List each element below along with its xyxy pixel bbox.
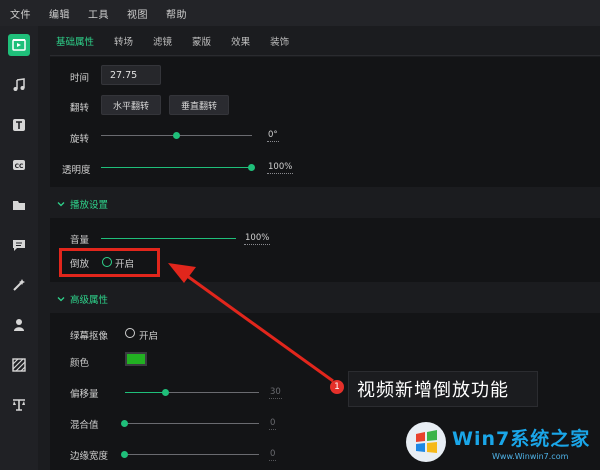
volume-slider-fill (101, 238, 236, 239)
tab-effect[interactable]: 效果 (225, 34, 250, 48)
music-icon[interactable] (8, 74, 30, 96)
opacity-slider-knob[interactable] (248, 164, 255, 171)
tab-filter[interactable]: 滤镜 (147, 34, 172, 48)
time-input[interactable]: 27.75 (101, 65, 161, 85)
media-icon[interactable] (8, 34, 30, 56)
comment-icon[interactable] (8, 234, 30, 256)
folder-icon[interactable] (8, 194, 30, 216)
menu-file[interactable]: 文件 (10, 6, 31, 21)
tab-basic[interactable]: 基础属性 (50, 34, 94, 48)
menu-view[interactable]: 视图 (127, 6, 148, 21)
windows-logo-icon (406, 422, 446, 462)
magic-wand-icon[interactable] (8, 274, 30, 296)
blend-value[interactable]: 0 (269, 418, 277, 430)
person-icon[interactable] (8, 314, 30, 336)
edge-slider-track[interactable] (125, 454, 259, 455)
playback-section-title: 播放设置 (70, 200, 109, 211)
tab-decoration[interactable]: 装饰 (264, 34, 289, 48)
svg-text:CC: CC (15, 163, 24, 170)
flip-horizontal-button[interactable]: 水平翻转 (101, 95, 161, 115)
edge-value[interactable]: 0 (269, 449, 277, 461)
rotate-label: 旋转 (70, 134, 90, 145)
app-window: 文件 编辑 工具 视图 帮助 CC 基础属性 转场 滤镜 蒙版 效果 装饰 时间… (0, 0, 600, 470)
watermark: Win7系统之家 Www.Winwin7.com (400, 414, 600, 470)
chevron-down-icon (57, 202, 65, 207)
menu-help[interactable]: 帮助 (166, 6, 187, 21)
text-icon[interactable] (8, 114, 30, 136)
annotation-arrow (168, 263, 334, 383)
opacity-slider-fill (101, 167, 252, 168)
caption-icon[interactable]: CC (8, 154, 30, 176)
blend-slider-knob[interactable] (121, 420, 128, 427)
time-label: 时间 (70, 73, 90, 84)
flip-label: 翻转 (70, 103, 90, 114)
color-label: 颜色 (70, 358, 90, 369)
color-swatch[interactable] (125, 352, 147, 366)
highlight-box (59, 248, 160, 277)
playback-section-header[interactable]: 播放设置 (50, 192, 600, 216)
left-toolbar: CC (0, 26, 38, 470)
opacity-label: 透明度 (62, 165, 91, 176)
blend-slider-track[interactable] (125, 423, 259, 424)
edge-width-label: 边缘宽度 (70, 451, 109, 462)
watermark-url: Www.Winwin7.com (492, 452, 569, 461)
annotation-callout: 视频新增倒放功能 (348, 371, 538, 407)
edge-slider-knob[interactable] (121, 451, 128, 458)
advanced-section-title: 高级属性 (70, 295, 109, 306)
chevron-down-icon (57, 297, 65, 302)
property-tabs: 基础属性 转场 滤镜 蒙版 效果 装饰 (50, 26, 600, 56)
volume-value[interactable]: 100% (244, 233, 271, 245)
rotate-value[interactable]: 0° (267, 130, 279, 142)
stripes-icon[interactable] (8, 354, 30, 376)
opacity-value[interactable]: 100% (267, 162, 294, 174)
filter-icon[interactable] (8, 394, 30, 416)
offset-label: 偏移量 (70, 389, 99, 400)
menu-tools[interactable]: 工具 (88, 6, 109, 21)
annotation-badge: 1 (330, 380, 344, 394)
annotation-text: 视频新增倒放功能 (357, 380, 509, 401)
watermark-text: Win7系统之家 (452, 428, 591, 450)
rotate-slider-knob[interactable] (173, 132, 180, 139)
volume-label: 音量 (70, 235, 90, 246)
blend-label: 混合值 (70, 420, 99, 431)
chroma-key-radio[interactable] (125, 328, 135, 338)
flip-vertical-button[interactable]: 垂直翻转 (169, 95, 229, 115)
menu-edit[interactable]: 编辑 (49, 6, 70, 21)
menu-bar: 文件 编辑 工具 视图 帮助 (0, 0, 600, 26)
chroma-key-label: 绿幕抠像 (70, 331, 109, 342)
tab-transition[interactable]: 转场 (108, 34, 133, 48)
tab-mask[interactable]: 蒙版 (186, 34, 211, 48)
